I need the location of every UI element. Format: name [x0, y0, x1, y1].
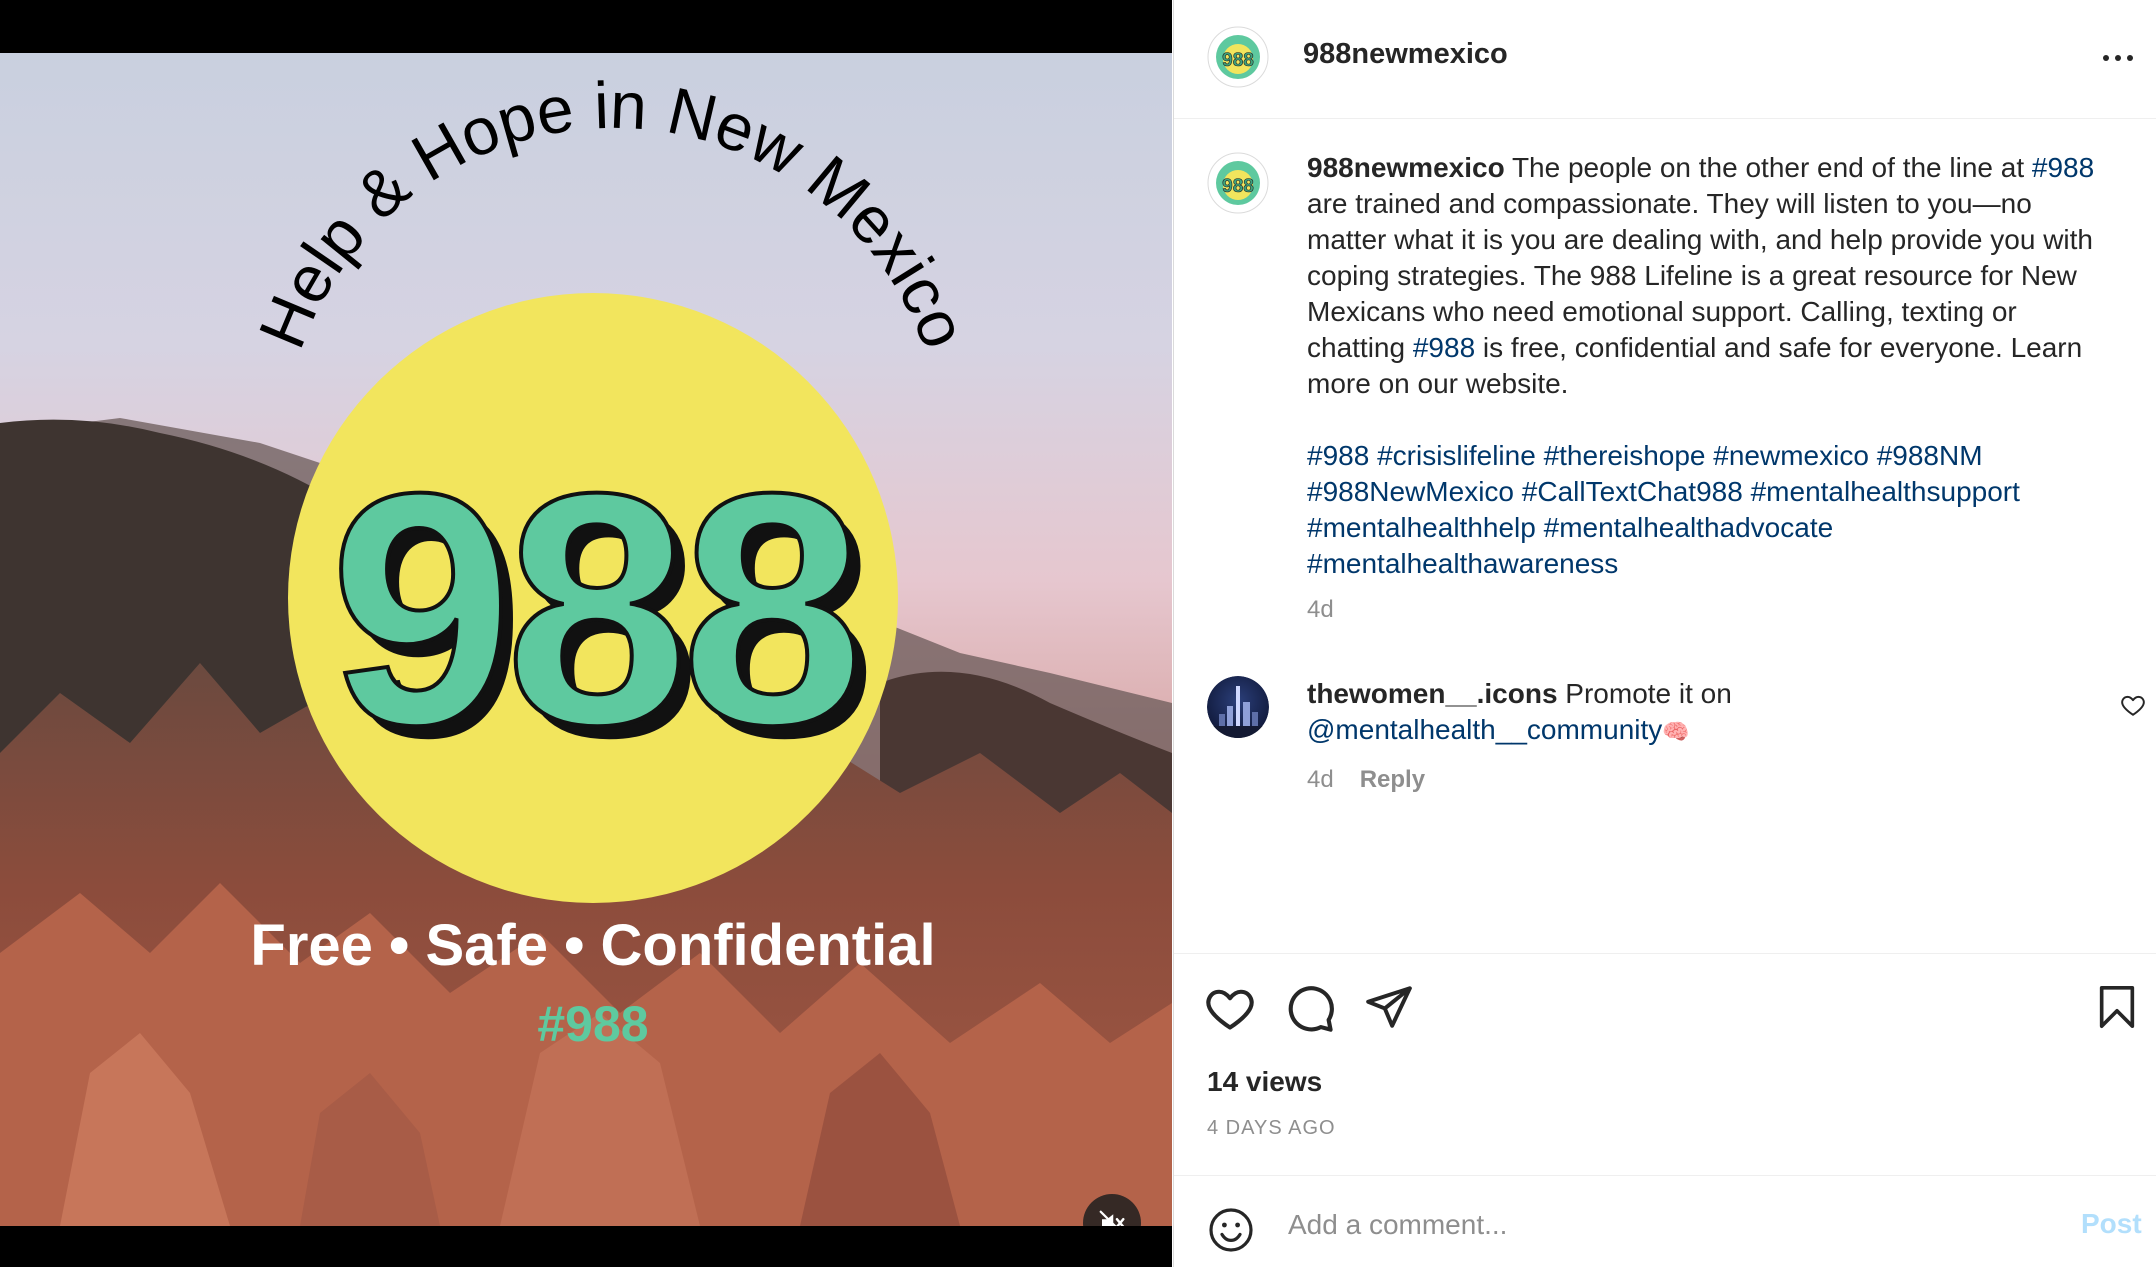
- svg-text:988: 988: [1222, 50, 1254, 71]
- profile-logo-icon: 988: [1207, 26, 1269, 88]
- comment-body: Promote it on: [1557, 678, 1732, 709]
- hashtag-link[interactable]: #mentalhealthawareness: [1307, 548, 1618, 579]
- heart-icon: [1206, 989, 1254, 1030]
- video-player[interactable]: Help & Hope in New Mexico 988 988 Free •…: [0, 53, 1172, 1226]
- video-graphic-overlay: Help & Hope in New Mexico 988 988 Free •…: [244, 68, 982, 1052]
- hashtag-link[interactable]: #crisislifeline: [1377, 440, 1536, 471]
- comment-meta: 4d Reply: [1307, 766, 1425, 794]
- comment-bubble-icon: [1288, 986, 1334, 1032]
- reply-button[interactable]: Reply: [1360, 766, 1425, 794]
- caption-timestamp[interactable]: 4d: [1307, 596, 1334, 624]
- post-details-panel: 988 988newmexico 988 988newmexico The pe…: [1173, 0, 2156, 1267]
- big-number: 988: [330, 424, 857, 793]
- emoji-picker-button[interactable]: [1207, 1206, 1255, 1259]
- bookmark-icon: [2099, 986, 2135, 1028]
- city-skyline-avatar-icon: [1207, 676, 1269, 738]
- hashtag-link[interactable]: #thereishope: [1544, 440, 1706, 471]
- like-button[interactable]: [1204, 982, 1256, 1039]
- hashtag-link[interactable]: #mentalhealthadvocate: [1544, 512, 1834, 543]
- avatar[interactable]: 988: [1207, 152, 1269, 214]
- media-hashtag: #988: [537, 996, 648, 1052]
- post-comment-button[interactable]: Post: [2081, 1208, 2142, 1240]
- header-username-link[interactable]: 988newmexico: [1303, 38, 1508, 71]
- caption-text: 988newmexico The people on the other end…: [1307, 150, 2097, 582]
- share-button[interactable]: [1364, 982, 1414, 1037]
- save-button[interactable]: [2094, 982, 2140, 1037]
- hashtag-link[interactable]: #988: [2032, 152, 2094, 183]
- commenter-avatar[interactable]: [1207, 676, 1269, 738]
- post-media: Help & Hope in New Mexico 988 988 Free •…: [0, 0, 1172, 1267]
- hashtag-link[interactable]: #988NewMexico: [1307, 476, 1514, 507]
- hashtag-link[interactable]: #988: [1413, 332, 1475, 363]
- profile-logo-icon: 988: [1207, 152, 1269, 214]
- comment-input[interactable]: [1286, 1202, 2010, 1248]
- brain-emoji: 🧠: [1662, 719, 1690, 744]
- svg-text:988: 988: [1222, 176, 1254, 197]
- mention-link[interactable]: @mentalhealth__community: [1307, 714, 1662, 745]
- more-options-icon[interactable]: [2096, 40, 2140, 76]
- caption-username-link[interactable]: 988newmexico: [1307, 152, 1505, 183]
- paper-plane-icon: [1366, 986, 1412, 1028]
- heart-icon: [2121, 695, 2145, 716]
- caption-body: The people on the other end of the line …: [1504, 152, 2032, 183]
- add-comment-bar: Post: [1174, 1175, 2156, 1268]
- hashtag-link[interactable]: #mentalhealthsupport: [1751, 476, 2020, 507]
- action-bar: [1174, 953, 2156, 1032]
- comment-text: thewomen__.icons Promote it on @mentalhe…: [1307, 676, 2047, 750]
- emoji-smiley-icon: [1209, 1208, 1253, 1252]
- muted-speaker-icon: [1099, 1210, 1125, 1226]
- hashtag-link[interactable]: #988: [1307, 440, 1369, 471]
- hashtag-link[interactable]: #newmexico: [1713, 440, 1869, 471]
- post-header: 988 988newmexico: [1174, 0, 2156, 119]
- comment-like-button[interactable]: [2120, 692, 2146, 723]
- caption-hashtags: #988 #crisislifeline #thereishope #newme…: [1307, 438, 2097, 582]
- comment-button[interactable]: [1284, 982, 1336, 1039]
- view-count[interactable]: 14 views: [1207, 1066, 1322, 1098]
- comment-timestamp[interactable]: 4d: [1307, 766, 1334, 794]
- avatar[interactable]: 988: [1207, 26, 1269, 88]
- hashtag-link[interactable]: #mentalhealthhelp: [1307, 512, 1536, 543]
- post-date[interactable]: 4 DAYS AGO: [1207, 1117, 1336, 1140]
- hashtag-link[interactable]: #CallTextChat988: [1522, 476, 1743, 507]
- commenter-username-link[interactable]: thewomen__.icons: [1307, 678, 1558, 709]
- hashtag-link[interactable]: #988NM: [1877, 440, 1983, 471]
- tagline: Free • Safe • Confidential: [250, 913, 935, 978]
